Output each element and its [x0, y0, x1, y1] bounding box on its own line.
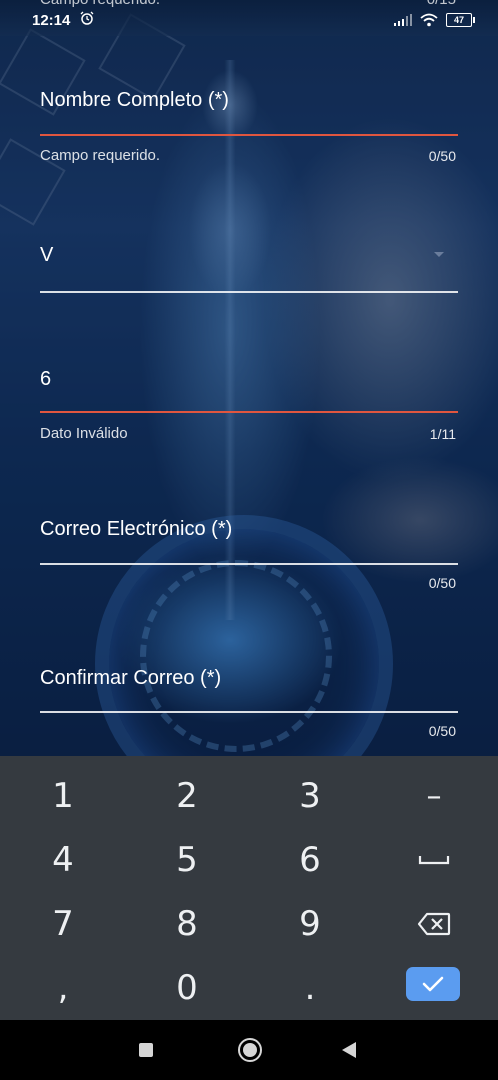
id-type-underline — [40, 291, 458, 293]
key-0[interactable]: 0 — [132, 960, 242, 1016]
confirm-email-underline — [40, 711, 458, 713]
key-comma[interactable]: , — [8, 960, 118, 1016]
full-name-helper: Campo requerido. — [40, 147, 161, 164]
id-number-helper: Dato Inválido — [40, 425, 128, 442]
key-1[interactable]: 1 — [8, 768, 118, 824]
clock: 12:14 — [32, 12, 71, 29]
key-8[interactable]: 8 — [132, 896, 242, 952]
key-9[interactable]: 9 — [255, 896, 365, 952]
enter-key[interactable] — [406, 967, 460, 1001]
square-icon[interactable] — [139, 1043, 153, 1057]
status-bar: Campo requerido. 0/15 12:14 47 — [0, 0, 498, 36]
ghost-helper-text: Campo requerido. — [40, 0, 160, 8]
id-number-counter: 1/11 — [429, 426, 456, 442]
email-input[interactable]: Correo Electrónico (*) — [40, 518, 232, 541]
full-name-counter: 0/50 — [428, 148, 456, 164]
full-name-underline — [40, 134, 458, 136]
email-counter: 0/50 — [428, 575, 456, 591]
key-5[interactable]: 5 — [132, 832, 242, 888]
alarm-icon — [80, 11, 94, 25]
key-4[interactable]: 4 — [8, 832, 118, 888]
key-7[interactable]: 7 — [8, 896, 118, 952]
key-2[interactable]: 2 — [132, 768, 242, 824]
chevron-down-icon[interactable] — [434, 252, 444, 257]
system-icons: 47 — [394, 12, 475, 28]
check-icon — [422, 976, 444, 992]
email-underline — [40, 563, 458, 565]
key-period[interactable]: . — [255, 960, 365, 1016]
id-number-underline — [40, 411, 458, 413]
triangle-back-icon[interactable] — [342, 1042, 356, 1058]
key-3[interactable]: 3 — [255, 768, 365, 824]
id-type-select[interactable]: V — [40, 244, 53, 267]
signal-icon — [394, 14, 412, 26]
ghost-counter-text: 0/15 — [427, 0, 456, 8]
full-name-input[interactable]: Nombre Completo (*) — [40, 89, 229, 112]
key-dash[interactable]: – — [379, 768, 489, 824]
battery-icon: 47 — [446, 13, 475, 27]
id-number-input[interactable]: 6 — [40, 368, 51, 391]
confirm-email-input[interactable]: Confirmar Correo (*) — [40, 667, 221, 690]
circle-icon[interactable] — [238, 1038, 262, 1062]
backspace-icon — [417, 912, 451, 936]
background-shade — [0, 0, 498, 756]
key-6[interactable]: 6 — [255, 832, 365, 888]
space-icon — [418, 856, 450, 865]
confirm-email-counter: 0/50 — [428, 723, 456, 739]
wifi-icon — [420, 13, 438, 27]
key-backspace[interactable] — [379, 896, 489, 952]
background-image — [0, 0, 498, 756]
key-space[interactable] — [379, 832, 489, 888]
